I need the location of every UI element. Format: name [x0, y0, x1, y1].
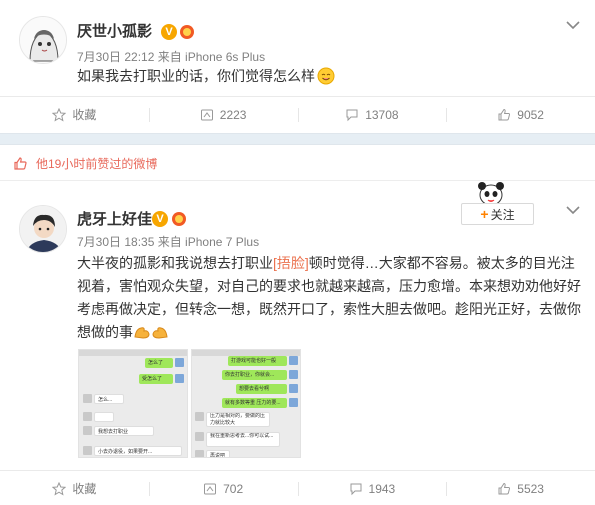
avatar	[175, 374, 184, 383]
avatar	[83, 412, 92, 421]
thumbs-up-icon	[498, 108, 511, 120]
post-meta: 7月30日 18:35 来自 iPhone 7 Plus	[77, 235, 260, 249]
favorite-button[interactable]: 收藏	[0, 471, 149, 505]
avatar[interactable]	[19, 205, 67, 253]
repost-icon	[204, 483, 217, 494]
favorite-label: 收藏	[72, 482, 97, 496]
chat-bubble: 我想去打职业	[94, 426, 154, 436]
chat-bubble: 压力是相对的，要做的压力就比较大	[206, 412, 270, 427]
post-actions: 收藏 702 1943 5523	[0, 470, 595, 505]
muscle-emoji-icon	[152, 327, 168, 339]
author-name[interactable]: 厌世小孤影	[77, 20, 152, 41]
post-text-content: 如果我去打职业的话，你们觉得怎么样	[77, 68, 315, 84]
repost-count: 702	[223, 481, 244, 496]
favorite-button[interactable]: 收藏	[0, 97, 149, 132]
chat-bubble: 受怎么了	[139, 374, 173, 384]
post-text: 大半夜的孤影和我说想去打职业[捂脸]顿时觉得…大家都不容易。被太多的目光注视着，…	[77, 252, 582, 344]
liked-notice: 他19小时前赞过的微博	[0, 146, 595, 181]
repost-button[interactable]: 702	[148, 471, 298, 505]
chevron-down-icon[interactable]	[566, 205, 580, 215]
like-button[interactable]: 9052	[446, 97, 595, 132]
chat-bubble: 就有多数等重 压力的要...	[222, 398, 287, 408]
avatar	[195, 412, 204, 421]
like-count: 9052	[517, 107, 544, 122]
thumbs-up-icon	[498, 482, 511, 494]
repost-button[interactable]: 2223	[148, 97, 298, 132]
verified-badge: V	[152, 211, 168, 227]
favorite-label: 收藏	[72, 108, 97, 122]
comment-button[interactable]: 1943	[297, 471, 447, 505]
avatar	[195, 450, 204, 457]
avatar[interactable]	[19, 16, 67, 64]
medal-icon	[172, 212, 186, 226]
follow-label: 关注	[490, 207, 515, 222]
post-text-part: 大半夜的孤影和我说想去打职业	[77, 255, 273, 271]
post-actions: 收藏 2223 13708 9052	[0, 96, 595, 132]
star-icon	[52, 481, 67, 496]
comment-count: 13708	[365, 107, 399, 122]
chevron-down-icon[interactable]	[566, 20, 580, 30]
muscle-emoji-icon	[134, 327, 150, 339]
avatar	[289, 356, 298, 365]
like-count: 5523	[517, 481, 544, 496]
comment-button[interactable]: 13708	[297, 97, 447, 132]
thumbs-up-icon	[14, 156, 27, 170]
author-name[interactable]: 虎牙上好佳	[77, 208, 152, 229]
verified-badge: V	[161, 24, 177, 40]
emoticon-tag[interactable]: [捂脸]	[273, 255, 309, 271]
liked-notice-text: 他19小时前赞过的微博	[36, 156, 158, 171]
avatar	[83, 426, 92, 435]
medal-icon	[180, 25, 194, 39]
comment-icon	[350, 483, 362, 495]
post-1: 厌世小孤影 V 7月30日 22:12 来自 iPhone 6s Plus 如果…	[0, 0, 595, 95]
follow-button[interactable]: + 关注	[461, 203, 534, 225]
avatar	[83, 394, 92, 403]
comment-count: 1943	[368, 481, 396, 496]
chat-bubble	[94, 412, 114, 422]
chat-screenshot-2[interactable]: 打游戏可能也好一般 你去打职业，你就会... 想要去看兮啊 就有多数等重 压力的…	[191, 349, 301, 458]
repost-icon	[200, 109, 213, 120]
smile-emoji-icon	[317, 67, 335, 85]
plus-icon: +	[480, 206, 489, 222]
avatar	[83, 446, 92, 455]
chat-bubble: 小去办退役，如果要开...	[94, 446, 182, 456]
chat-bubble: 想要去看兮啊	[236, 384, 287, 394]
chat-bubble: 你去打职业，你就会...	[222, 370, 287, 380]
avatar	[289, 370, 298, 379]
chat-bubble: 打游戏可能也好一般	[228, 356, 287, 366]
status-bar	[79, 350, 187, 356]
star-icon	[52, 107, 67, 122]
repost-count: 2223	[219, 107, 247, 122]
avatar	[175, 358, 184, 367]
chat-bubble: 怎么了	[145, 358, 173, 368]
post-text: 如果我去打职业的话，你们觉得怎么样	[77, 66, 335, 86]
section-divider	[0, 133, 595, 145]
chat-bubble: 再说吧	[206, 450, 230, 457]
like-button[interactable]: 5523	[446, 471, 595, 505]
avatar	[289, 384, 298, 393]
chat-screenshot-1[interactable]: 怎么了 受怎么了 怎么... 我想去打职业 小去办退役，如果要开...	[78, 349, 188, 458]
comment-icon	[346, 109, 358, 121]
avatar	[195, 432, 204, 441]
avatar	[289, 398, 298, 407]
post-meta: 7月30日 22:12 来自 iPhone 6s Plus	[77, 50, 266, 64]
chat-bubble: 怎么...	[94, 394, 124, 404]
chat-bubble: 我在重新思考去...你可以试...	[206, 432, 280, 447]
